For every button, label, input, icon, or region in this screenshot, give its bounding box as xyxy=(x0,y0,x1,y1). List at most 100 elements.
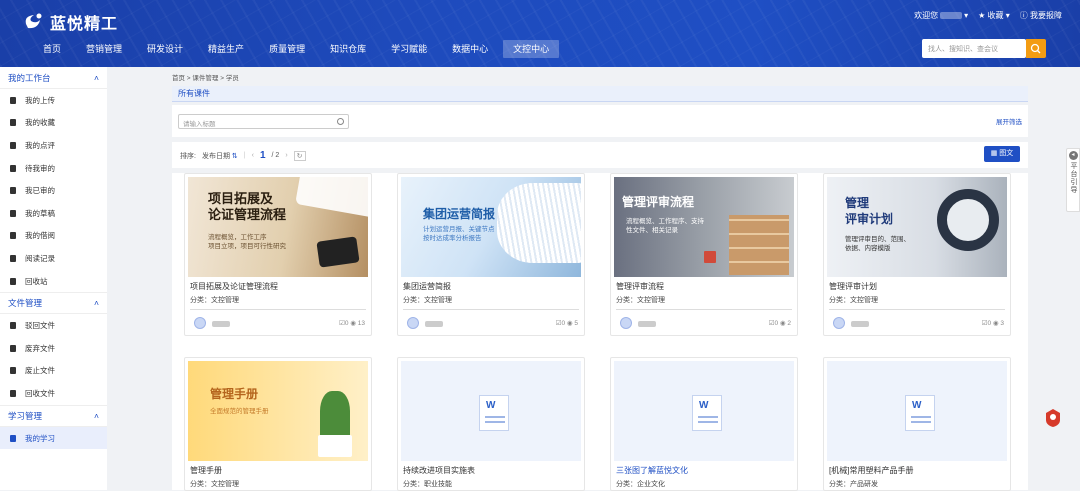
course-category: 分类：文控管理 xyxy=(190,297,239,304)
avatar xyxy=(194,317,206,329)
course-category: 分类：文控管理 xyxy=(403,297,452,304)
course-title[interactable]: 项目拓展及论证管理流程 xyxy=(185,277,371,292)
eye-icon: ◉ xyxy=(779,320,786,327)
course-stats: ☑0 ◉ 5 xyxy=(555,320,578,327)
nav-item[interactable]: 知识仓库 xyxy=(320,40,376,58)
course-cover[interactable]: W xyxy=(401,361,581,461)
refresh-icon[interactable]: ↻ xyxy=(293,150,306,161)
course-stats: ☑0 ◉ 3 xyxy=(981,320,1004,327)
sidebar-item[interactable]: 我的点评 xyxy=(0,134,107,157)
search-button[interactable] xyxy=(1026,39,1046,58)
sidebar-item[interactable]: 我的上传 xyxy=(0,89,107,112)
doc-icon xyxy=(10,164,16,172)
sidebar-item[interactable]: 回收站 xyxy=(0,270,107,293)
sort-label: 排序: xyxy=(180,152,196,160)
sort-arrow-icon: ⇅ xyxy=(231,152,238,160)
sidebar-group-workspace[interactable]: 我的工作台 ˄ xyxy=(0,67,107,89)
course-category: 分类：企业文化 xyxy=(616,481,665,488)
nav-item[interactable]: 学习赋能 xyxy=(381,40,437,58)
section-title: 所有课件 xyxy=(172,86,1028,102)
course-cover[interactable]: W xyxy=(827,361,1007,461)
sidebar-item[interactable]: 我已审的 xyxy=(0,179,107,202)
nav-item-active[interactable]: 文控中心 xyxy=(503,40,560,58)
avatar xyxy=(620,317,632,329)
course-title[interactable]: 持续改进项目实施表 xyxy=(398,461,584,476)
course-stats: ☑0 ◉ 2 xyxy=(768,320,791,327)
title-search-input[interactable]: 请输入标题 xyxy=(178,114,349,129)
nav-item[interactable]: 精益生产 xyxy=(198,40,254,58)
nav-item[interactable]: 研发设计 xyxy=(137,40,193,58)
course-cover[interactable]: W xyxy=(614,361,794,461)
doc-icon xyxy=(10,209,16,217)
author-name xyxy=(425,321,443,327)
doc-icon xyxy=(10,96,16,104)
platform-guide-tab[interactable]: ◂ 平台引导 xyxy=(1066,148,1080,212)
course-title[interactable]: [机械]常用塑料产品手册 xyxy=(824,461,1010,476)
doc-icon xyxy=(10,187,16,195)
global-search-input[interactable]: 找人、搜知识、查会议 xyxy=(922,39,1026,58)
sidebar-item[interactable]: 待我审的 xyxy=(0,157,107,180)
course-title[interactable]: 管理评审计划 xyxy=(824,277,1010,292)
nav-item[interactable]: 首页 xyxy=(33,40,71,58)
sidebar-item[interactable]: 我的收藏 xyxy=(0,112,107,135)
info-icon: ⓘ xyxy=(1019,11,1028,20)
avatar xyxy=(407,317,419,329)
doc-icon xyxy=(10,322,16,330)
author-name xyxy=(851,321,869,327)
sidebar-item[interactable]: 驳回文件 xyxy=(0,314,107,337)
current-page: 1 xyxy=(259,150,266,161)
sort-select[interactable]: 发布日期 ⇅ xyxy=(202,151,238,161)
doc-icon xyxy=(10,141,16,149)
brand-name: 蓝悦精工 xyxy=(50,16,119,33)
course-card[interactable]: 管理评审流程 流程概览、工作程序、支持 性文件、相关记录 管理评审流程 分类：文… xyxy=(610,173,798,336)
prev-page-icon[interactable]: ‹ xyxy=(252,152,254,159)
sidebar-item[interactable]: 我的草稿 xyxy=(0,202,107,225)
doc-icon xyxy=(10,367,16,375)
nav-item[interactable]: 营销管理 xyxy=(76,40,132,58)
main-content: 首页 > 课件管理 > 学员 所有课件 请输入标题 展开筛选 排序: 发布日期 … xyxy=(172,72,1028,491)
sidebar-item-active[interactable]: 我的学习 xyxy=(0,426,107,450)
next-page-icon[interactable]: › xyxy=(285,152,287,159)
course-stats: ☑0 ◉ 13 xyxy=(339,320,365,327)
nav-item[interactable]: 数据中心 xyxy=(442,40,498,58)
course-category: 分类：文控管理 xyxy=(829,297,878,304)
course-grid: 项目拓展及 论证管理流程 流程概览，工作工序 项目立项，项目可行性研究 项目拓展… xyxy=(172,173,1028,491)
sidebar-group-learning[interactable]: 学习管理 ˄ xyxy=(0,404,107,427)
badge-icon[interactable] xyxy=(1044,408,1062,428)
course-title[interactable]: 管理手册 xyxy=(185,461,371,476)
course-card[interactable]: 项目拓展及 论证管理流程 流程概览，工作工序 项目立项，项目可行性研究 项目拓展… xyxy=(184,173,372,336)
sidebar-group-files[interactable]: 文件管理 ˄ xyxy=(0,292,107,315)
course-cover[interactable]: 管理手册 全面规范的管理手册 xyxy=(188,361,368,461)
search-icon xyxy=(1030,43,1041,54)
course-card[interactable]: 集团运营简报 计划运营月报、关键节点 按时达成率分析报告 集团运营简报 分类：文… xyxy=(397,173,585,336)
course-cover[interactable]: 项目拓展及 论证管理流程 流程概览，工作工序 项目立项，项目可行性研究 xyxy=(188,177,368,277)
course-category: 分类：文控管理 xyxy=(190,481,239,488)
eye-icon: ◉ xyxy=(566,320,573,327)
course-title[interactable]: 管理评审流程 xyxy=(611,277,797,292)
course-cover[interactable]: 管理评审流程 流程概览、工作程序、支持 性文件、相关记录 xyxy=(614,177,794,277)
course-card[interactable]: W 三张图了解蓝悦文化 分类：企业文化 xyxy=(610,357,798,491)
nav-item[interactable]: 质量管理 xyxy=(259,40,315,58)
course-card[interactable]: W [机械]常用塑料产品手册 分类：产品研发 xyxy=(823,357,1011,491)
grid-icon: ▦ xyxy=(990,150,998,157)
chevron-up-icon: ˄ xyxy=(94,298,99,309)
expand-filter-link[interactable]: 展开筛选 xyxy=(996,116,1022,126)
course-title[interactable]: 集团运营简报 xyxy=(398,277,584,292)
course-title[interactable]: 三张图了解蓝悦文化 xyxy=(611,461,797,476)
course-category: 分类：文控管理 xyxy=(616,297,665,304)
welcome-user[interactable]: 欢迎您 ▾ xyxy=(914,10,968,21)
course-card[interactable]: 管理手册 全面规范的管理手册 管理手册 分类：文控管理 xyxy=(184,357,372,491)
sidebar-item[interactable]: 废止文件 xyxy=(0,360,107,383)
course-cover[interactable]: 集团运营简报 计划运营月报、关键节点 按时达成率分析报告 xyxy=(401,177,581,277)
favorites-menu[interactable]: ★ 收藏 ▾ xyxy=(978,10,1010,21)
sidebar-item[interactable]: 回收文件 xyxy=(0,382,107,405)
sidebar-item[interactable]: 阅读记录 xyxy=(0,247,107,270)
sidebar-item[interactable]: 我的借阅 xyxy=(0,225,107,248)
course-cover[interactable]: 管理 评审计划 管理评审目的、范围、 依据、内容模版 xyxy=(827,177,1007,277)
feedback-link[interactable]: ⓘ 我要报障 xyxy=(1020,10,1062,21)
course-card[interactable]: W 持续改进项目实施表 分类：职业技能 xyxy=(397,357,585,491)
brand-logo[interactable]: 蓝悦精工 xyxy=(22,10,118,34)
sidebar-item[interactable]: 废弃文件 xyxy=(0,337,107,360)
course-card[interactable]: 管理 评审计划 管理评审目的、范围、 依据、内容模版 管理评审计划 分类：文控管… xyxy=(823,173,1011,336)
view-toggle-button[interactable]: ▦ 图文 xyxy=(984,146,1020,162)
